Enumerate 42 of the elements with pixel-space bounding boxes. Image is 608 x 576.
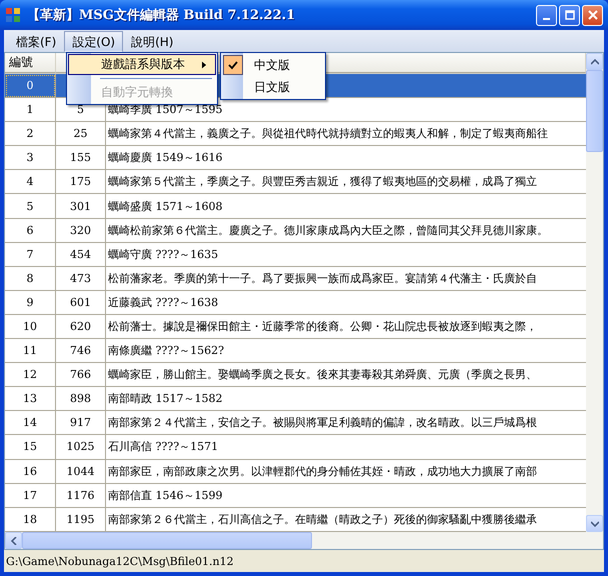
table-row[interactable]: 2 25 蠣崎家第４代當主，義廣之子。與從祖代時代就持續對立的蝦夷人和解，制定了蝦夷商船往: [5, 122, 586, 146]
menu-item[interactable]: 日文版: [222, 76, 324, 98]
vertical-scrollbar[interactable]: [586, 53, 603, 532]
maximize-icon: [564, 10, 574, 20]
menu-item[interactable]: 設定(O): [64, 30, 124, 52]
menu-item[interactable]: 檔案(F): [8, 30, 64, 52]
table-row[interactable]: 16 1044 南部家臣，南部政康之次男。以津輕郡代的身分輔佐其姪・晴政，成功地大力擴展了南部: [5, 460, 586, 484]
table-row[interactable]: 18 1195 南部家第２６代當主，石川高信之子。在晴繼（晴政之子）死後的御家騷亂中獲勝後繼承: [5, 508, 586, 532]
table-row[interactable]: 3 155 蠣崎慶廣 1549～1616: [5, 146, 586, 170]
table-row[interactable]: 14 917 南部家第２４代當主，安信之子。被賜與將軍足利義晴的偏諱，改名晴政。以三戶城爲根: [5, 411, 586, 436]
table-cell: 0: [5, 74, 56, 98]
submenu-arrow-icon: [202, 60, 207, 68]
menu-item[interactable]: 中文版: [222, 54, 324, 76]
window-title: 【革新】MSG文件編輯器 Build 7.12.22.1: [27, 6, 296, 24]
scroll-thumb[interactable]: [586, 70, 603, 152]
table-row[interactable]: 13 898 南部晴政 1517～1582: [5, 387, 586, 412]
table-row[interactable]: 6 320 蠣崎松前家第６代當主。慶廣之子。德川家康成爲內大臣之際，曾隨同其父拜見德川家康。: [5, 218, 586, 243]
table-row[interactable]: 12 766 蠣崎家臣，勝山館主。娶蠣崎季廣之長女。後來其妻毒殺其弟舜廣、元廣（季廣之長男、: [5, 363, 586, 388]
table-row[interactable]: 11 746 南條廣繼 ????～1562?: [5, 339, 586, 364]
table-row[interactable]: 9 601 近藤義武 ????～1638: [5, 290, 586, 315]
menu-item[interactable]: 說明(H): [123, 30, 182, 52]
table-row[interactable]: 4 175 蠣崎家第５代當主，季廣之子。與豐臣秀吉親近，獲得了蝦夷地區的交易權，成爲了獨立: [5, 170, 586, 194]
scroll-left-button[interactable]: [5, 532, 22, 549]
close-button[interactable]: [582, 4, 603, 26]
grid-icon: [5, 7, 21, 23]
scroll-thumb[interactable]: [22, 532, 312, 549]
file-path: G:\Game\Nobunaga12C\Msg\Bfile01.n12: [6, 554, 234, 568]
minimize-icon: [543, 18, 550, 20]
maximize-button[interactable]: [559, 4, 580, 26]
scroll-down-button[interactable]: [586, 515, 603, 532]
scroll-up-button[interactable]: [586, 53, 603, 70]
table-row[interactable]: 17 1176 南部信直 1546～1599: [5, 484, 586, 508]
menu-item[interactable]: 遊戲語系與版本: [68, 54, 216, 75]
table-row[interactable]: 10 620 松前藩士。據說是禰保田館主・近藤季常的後裔。公卿・花山院忠長被放逐到蝦夷之際，: [5, 314, 586, 340]
table-row[interactable]: 7 454 蠣崎守廣 ????～1635: [5, 242, 586, 267]
horizontal-scrollbar[interactable]: [5, 532, 603, 549]
close-icon: [588, 10, 598, 20]
table-row[interactable]: 15 1025 石川高信 ????～1571: [5, 435, 586, 460]
column-header[interactable]: 編號: [5, 53, 56, 73]
table-row[interactable]: 8 473 松前藩家老。季廣的第十一子。爲了要振興一族而成爲家臣。宴請第４代藩主・氏廣於自: [5, 266, 586, 291]
table-row[interactable]: 5 301 蠣崎盛廣 1571～1608: [5, 194, 586, 219]
minimize-button[interactable]: [536, 4, 557, 26]
